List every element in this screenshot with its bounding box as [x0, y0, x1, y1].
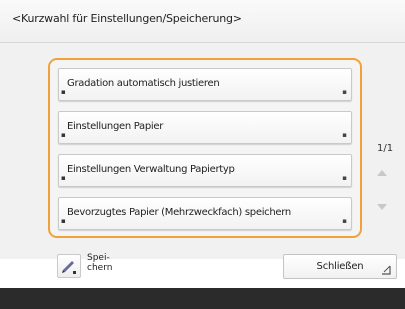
item-marker-icon: ▪	[61, 88, 66, 96]
list-item-paper-settings[interactable]: ▪ Einstellungen Papier ▪	[58, 111, 352, 144]
corner-indicator-icon: ▪	[342, 88, 347, 96]
pen-icon	[57, 254, 81, 278]
item-marker-icon: ▪	[61, 174, 66, 182]
corner-indicator-icon: ▪	[342, 217, 347, 225]
corner-indicator-icon: ▪	[342, 174, 347, 182]
close-button[interactable]: Schließen	[283, 254, 397, 279]
store-button-label: Spei- chern	[87, 253, 113, 273]
list-item-preferred-paper[interactable]: ▪ Bevorzugtes Papier (Mehrzweckfach) spe…	[58, 197, 352, 230]
screen-title: <Kurzwahl für Einstellungen/Speicherung>	[12, 12, 242, 25]
arrow-up-icon	[377, 170, 387, 176]
item-marker-icon: ▪	[61, 217, 66, 225]
list-item-label: Einstellungen Papier	[67, 121, 164, 132]
shortcut-list: ▪ Gradation automatisch justieren ▪ ▪ Ei…	[48, 58, 362, 238]
corner-indicator-icon: ▪	[342, 131, 347, 139]
store-button[interactable]: Spei- chern	[57, 253, 112, 280]
scroll-up-button[interactable]	[367, 159, 397, 187]
close-button-label: Schließen	[316, 261, 364, 272]
title-bar: <Kurzwahl für Einstellungen/Speicherung>	[0, 0, 405, 43]
page-indicator: 1/1	[377, 143, 394, 154]
list-item-label: Bevorzugtes Papier (Mehrzweckfach) speic…	[67, 207, 291, 218]
list-item-label: Einstellungen Verwaltung Papiertyp	[67, 164, 235, 175]
list-item-gradation[interactable]: ▪ Gradation automatisch justieren ▪	[58, 68, 352, 101]
list-item-paper-type-management[interactable]: ▪ Einstellungen Verwaltung Papiertyp ▪	[58, 154, 352, 187]
arrow-down-icon	[377, 204, 387, 210]
scroll-down-button[interactable]	[367, 193, 397, 221]
bottom-bar	[0, 288, 405, 309]
item-marker-icon: ▪	[61, 131, 66, 139]
list-item-label: Gradation automatisch justieren	[67, 78, 220, 89]
corner-arrow-icon	[382, 265, 391, 275]
